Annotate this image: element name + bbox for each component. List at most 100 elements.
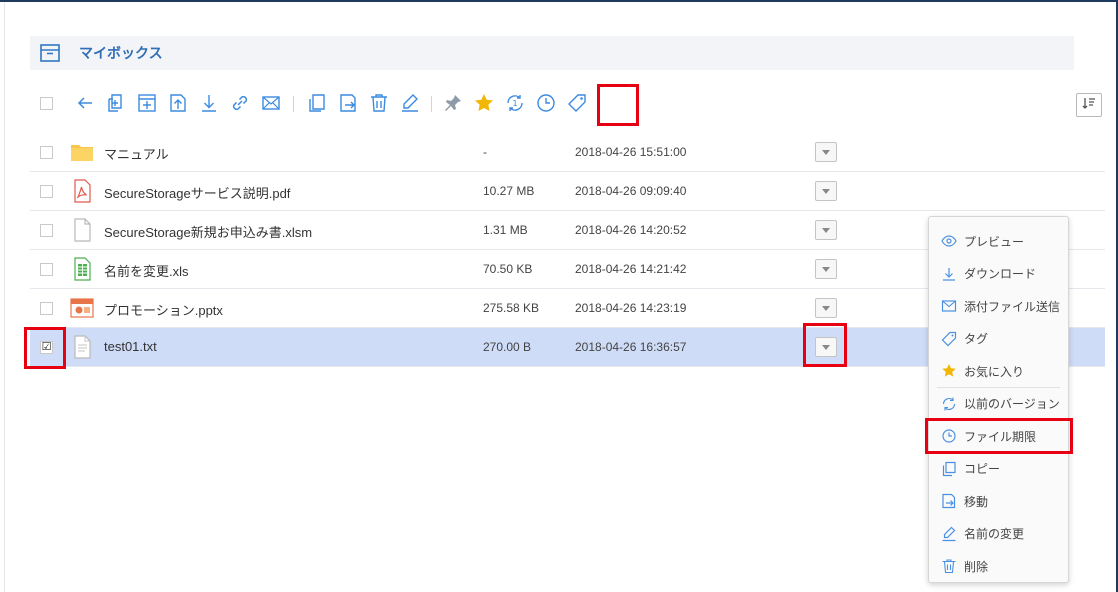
row-menu-button[interactable] — [815, 142, 837, 162]
menu-item-label: 名前の変更 — [964, 527, 1025, 542]
file-date: 2018-04-26 14:23:19 — [575, 301, 687, 315]
row-menu-button[interactable] — [815, 220, 837, 240]
menu-item-favorite[interactable]: お気に入り — [929, 355, 1068, 388]
row-menu-button[interactable] — [815, 181, 837, 201]
chevron-down-icon — [822, 266, 830, 272]
file-size: 270.00 B — [483, 340, 532, 354]
menu-item-label: コピー — [964, 462, 1001, 477]
pin-icon[interactable] — [442, 92, 464, 114]
menu-item-label: タグ — [964, 332, 989, 347]
menu-item-label: プレビュー — [964, 234, 1025, 249]
menu-item-label: 移動 — [964, 494, 989, 509]
menu-item-download[interactable]: ダウンロード — [929, 258, 1068, 291]
sort-icon — [1082, 96, 1096, 115]
menu-item-label: ダウンロード — [964, 267, 1037, 282]
menu-item-label: 以前のバージョン — [964, 397, 1060, 412]
powerpoint-file-icon — [70, 296, 94, 320]
row-checkbox[interactable] — [40, 224, 53, 237]
menu-item-previous-version[interactable]: 以前のバージョン — [929, 388, 1068, 421]
eye-icon — [941, 233, 957, 249]
menu-item-label: ファイル期限 — [964, 429, 1037, 444]
row-checkbox[interactable] — [40, 263, 53, 276]
tag-icon — [941, 331, 957, 347]
page-title[interactable]: マイボックス — [79, 43, 163, 63]
folder-icon — [70, 140, 94, 164]
row-checkbox[interactable] — [40, 185, 53, 198]
row-checkbox[interactable] — [40, 302, 53, 315]
table-row[interactable]: マニュアル - 2018-04-26 15:51:00 — [30, 133, 1105, 172]
file-date: 2018-04-26 15:51:00 — [575, 145, 687, 159]
download-icon[interactable] — [198, 92, 220, 114]
file-date: 2018-04-26 14:20:52 — [575, 223, 687, 237]
table-row[interactable]: SecureStorageサービス説明.pdf 10.27 MB 2018-04… — [30, 172, 1105, 211]
chevron-down-icon — [822, 305, 830, 311]
box-icon — [39, 44, 61, 62]
pdf-file-icon — [70, 179, 94, 203]
svg-text:1: 1 — [512, 99, 517, 108]
tag-icon[interactable] — [566, 92, 588, 114]
menu-item-rename[interactable]: 名前の変更 — [929, 518, 1068, 551]
back-arrow-icon[interactable] — [74, 92, 96, 114]
chevron-down-icon — [822, 188, 830, 194]
rename-icon — [941, 526, 957, 542]
star-icon[interactable] — [473, 92, 495, 114]
menu-item-label: 添付ファイル送信 — [964, 299, 1061, 314]
chevron-down-icon — [822, 149, 830, 155]
file-date: 2018-04-26 14:21:42 — [575, 262, 687, 276]
move-icon[interactable] — [337, 92, 359, 114]
file-name[interactable]: SecureStorage新規お申込み書.xlsm — [104, 222, 312, 241]
file-name[interactable]: プロモーション.pptx — [104, 300, 223, 319]
copy-icon[interactable] — [306, 92, 328, 114]
menu-item-label: 削除 — [964, 559, 989, 574]
download-icon — [941, 266, 957, 282]
delete-icon[interactable] — [368, 92, 390, 114]
menu-item-file-expiry[interactable]: ファイル期限 — [929, 420, 1068, 453]
link-icon[interactable] — [229, 92, 251, 114]
excel-file-icon — [70, 257, 94, 281]
toolbar-separator — [293, 96, 294, 112]
context-menu: プレビュー ダウンロード 添付ファイル送信 タグ お気に入り 以前のバージョン … — [928, 216, 1069, 583]
toolbar-separator — [431, 96, 432, 112]
sort-button[interactable] — [1076, 93, 1102, 117]
file-date: 2018-04-26 16:36:57 — [575, 340, 687, 354]
chevron-down-icon — [822, 227, 830, 233]
new-file-icon[interactable] — [105, 92, 127, 114]
copy-icon — [941, 461, 957, 477]
file-name[interactable]: マニュアル — [104, 144, 169, 163]
menu-item-send-attachment[interactable]: 添付ファイル送信 — [929, 290, 1068, 323]
file-size: 10.27 MB — [483, 184, 535, 198]
row-menu-button[interactable] — [815, 259, 837, 279]
mail-icon[interactable] — [260, 92, 282, 114]
file-name[interactable]: SecureStorageサービス説明.pdf — [104, 183, 290, 202]
clock-icon[interactable] — [535, 92, 557, 114]
file-name[interactable]: 名前を変更.xls — [104, 261, 189, 280]
select-all-checkbox[interactable] — [40, 97, 53, 110]
menu-item-preview[interactable]: プレビュー — [929, 225, 1068, 258]
row-checkbox-checked[interactable]: ☑ — [40, 341, 53, 354]
version-history-icon[interactable]: 1 — [504, 92, 526, 114]
move-icon — [941, 493, 957, 509]
mail-icon — [941, 298, 957, 314]
upload-icon[interactable] — [167, 92, 189, 114]
generic-file-icon — [70, 218, 94, 242]
file-date: 2018-04-26 09:09:40 — [575, 184, 687, 198]
delete-icon — [941, 558, 957, 574]
menu-item-tag[interactable]: タグ — [929, 323, 1068, 356]
text-file-icon — [70, 335, 94, 359]
file-size: - — [483, 145, 487, 159]
file-size: 1.31 MB — [483, 223, 528, 237]
rename-icon[interactable] — [399, 92, 421, 114]
menu-item-delete[interactable]: 削除 — [929, 550, 1068, 583]
row-checkbox[interactable] — [40, 146, 53, 159]
file-size: 70.50 KB — [483, 262, 533, 276]
new-folder-icon[interactable] — [136, 92, 158, 114]
menu-item-move[interactable]: 移動 — [929, 485, 1068, 518]
row-menu-button[interactable] — [815, 337, 837, 357]
breadcrumb-header: マイボックス — [30, 36, 1074, 70]
menu-item-copy[interactable]: コピー — [929, 453, 1068, 486]
row-menu-button[interactable] — [815, 298, 837, 318]
file-name[interactable]: test01.txt — [104, 339, 157, 354]
file-size: 275.58 KB — [483, 301, 540, 315]
left-edge-line — [4, 2, 5, 592]
star-icon — [941, 363, 957, 379]
